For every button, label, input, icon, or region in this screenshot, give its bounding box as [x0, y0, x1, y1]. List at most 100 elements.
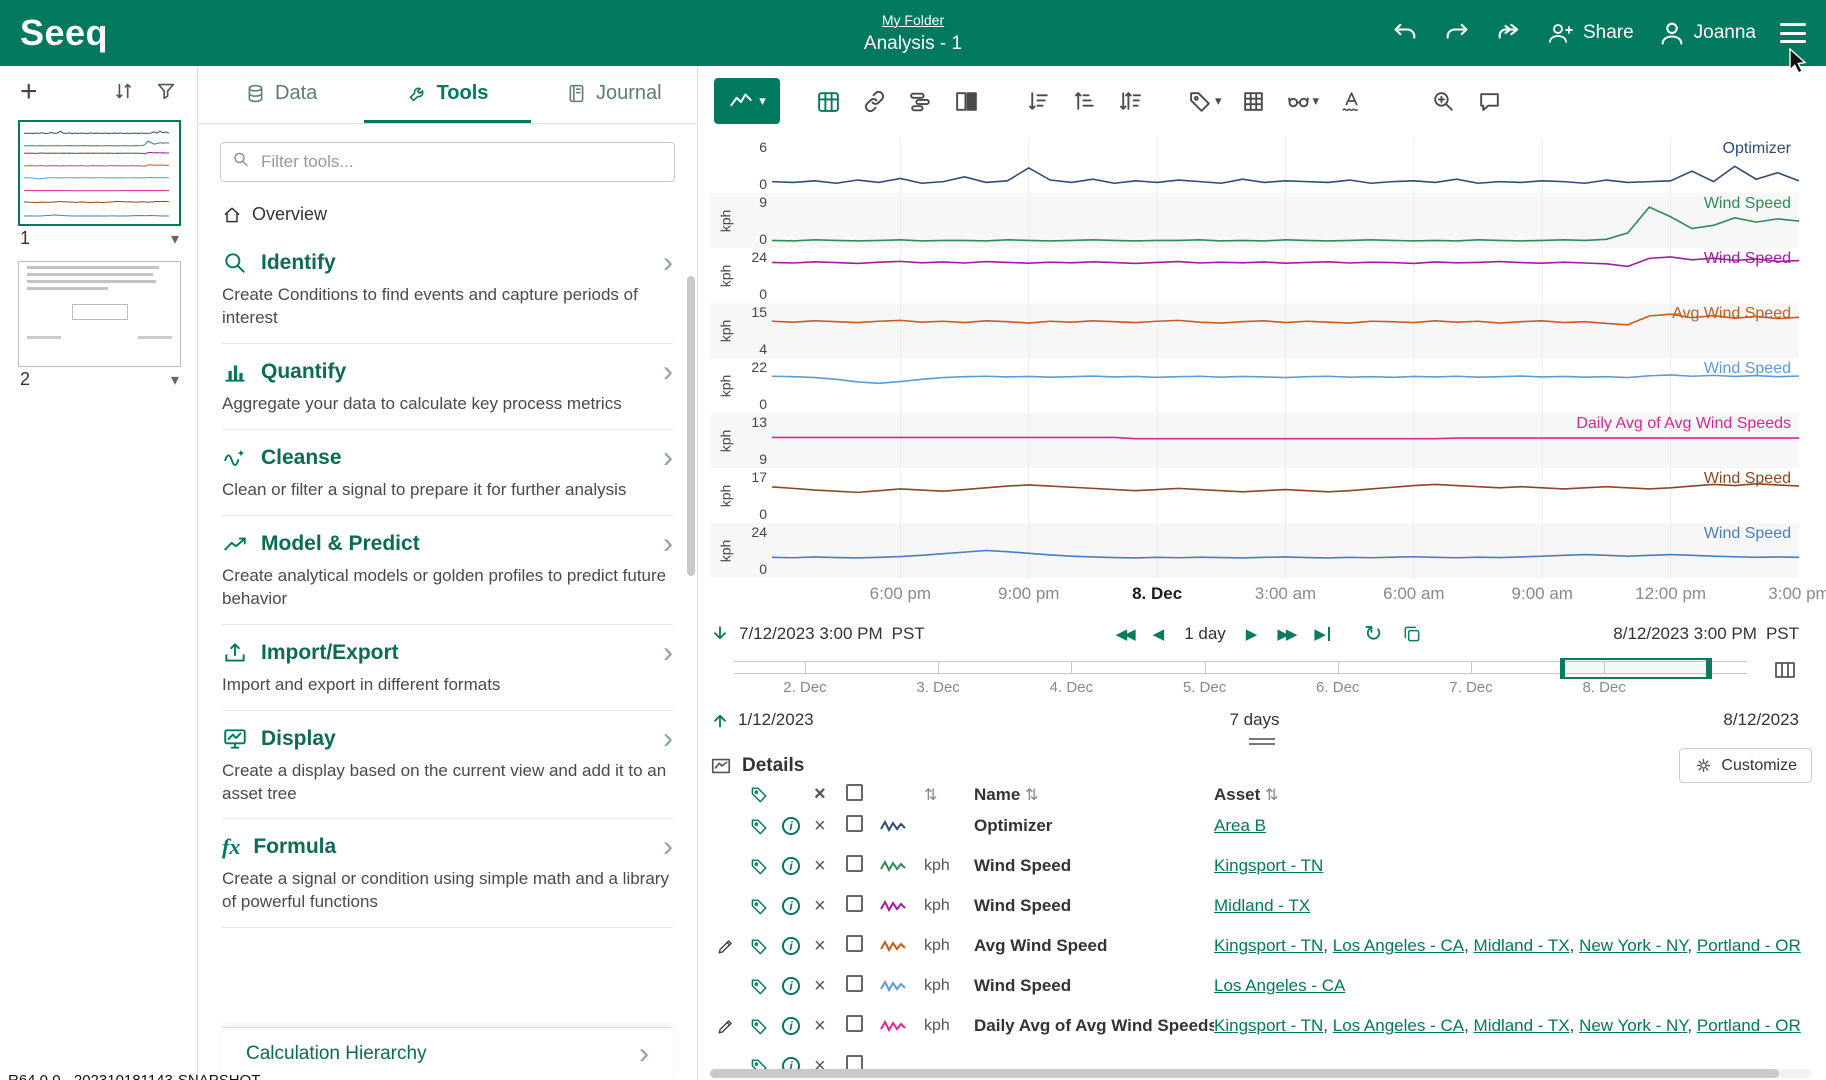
tool-item-quantify[interactable]: Quantify›Aggregate your data to calculat… — [222, 344, 673, 430]
sort-lanes-desc-icon[interactable] — [1024, 87, 1052, 115]
tag-icon[interactable] — [750, 857, 782, 876]
filter-tools-input[interactable] — [220, 142, 675, 182]
overview-zoom-icon[interactable] — [1773, 658, 1799, 684]
page1-thumbnail[interactable] — [18, 120, 181, 226]
tag-icon[interactable] — [750, 817, 782, 836]
lane-plot[interactable]: Wind Speed — [772, 248, 1799, 303]
redo-icon[interactable] — [1443, 19, 1471, 47]
asset-link[interactable]: Midland - TX — [1474, 1016, 1570, 1035]
info-icon[interactable]: i — [782, 937, 814, 955]
asset-link[interactable]: Midland - TX — [1214, 896, 1310, 915]
series-label[interactable]: Optimizer — [1723, 140, 1791, 158]
series-label[interactable]: Wind Speed — [1704, 470, 1791, 488]
tag-icon[interactable] — [750, 937, 782, 956]
sort-name-icon[interactable]: ⇅ — [1025, 787, 1038, 804]
capsule-time-icon[interactable] — [906, 87, 934, 115]
compare-view-icon[interactable] — [952, 87, 980, 115]
info-icon[interactable]: i — [782, 857, 814, 875]
step-to-end-button[interactable]: ▶ — [1314, 625, 1330, 643]
overview-start-arrow-icon[interactable] — [710, 710, 730, 730]
asset-link[interactable]: Midland - TX — [1474, 936, 1570, 955]
lane-plot[interactable]: Avg Wind Speed — [772, 303, 1799, 358]
remove-icon[interactable]: × — [814, 1015, 846, 1038]
row-checkbox[interactable] — [846, 1015, 880, 1037]
customize-button[interactable]: Customize — [1679, 748, 1812, 783]
table-view-icon[interactable] — [814, 87, 842, 115]
row-checkbox[interactable] — [846, 895, 880, 917]
asset-link[interactable]: Kingsport - TN — [1214, 936, 1323, 955]
link-icon[interactable] — [860, 87, 888, 115]
trend-view-button[interactable]: ▾ — [714, 78, 780, 124]
tool-item-model-predict[interactable]: Model & Predict›Create analytical models… — [222, 516, 673, 625]
info-icon[interactable]: i — [782, 977, 814, 995]
panel-resize-handle[interactable] — [698, 734, 1826, 748]
zoom-in-icon[interactable] — [1429, 87, 1457, 115]
sort-unit-icon[interactable]: ⇅ — [924, 785, 974, 805]
stack-lanes-icon[interactable] — [1116, 87, 1144, 115]
series-label[interactable]: Avg Wind Speed — [1672, 305, 1791, 323]
asset-link[interactable]: Area B — [1214, 816, 1266, 835]
row-checkbox[interactable] — [846, 855, 880, 877]
sort-asset-icon[interactable]: ⇅ — [1265, 787, 1278, 804]
page2-thumbnail[interactable] — [18, 261, 181, 367]
grid-icon[interactable] — [1240, 87, 1268, 115]
undo-icon[interactable] — [1391, 19, 1419, 47]
lane-plot[interactable]: Wind Speed — [772, 193, 1799, 248]
tool-item-overview[interactable]: Overview — [222, 192, 673, 235]
tool-item-cleanse[interactable]: Cleanse›Clean or filter a signal to prep… — [222, 430, 673, 516]
tag-icon[interactable] — [750, 1017, 782, 1036]
remove-icon[interactable]: × — [814, 935, 846, 958]
asset-link[interactable]: New York - NY — [1579, 936, 1687, 955]
forward-icon[interactable] — [1495, 19, 1523, 47]
asset-link[interactable]: Kingsport - TN — [1214, 856, 1323, 875]
edit-icon[interactable] — [716, 1017, 750, 1036]
user-menu[interactable]: Joanna — [1658, 19, 1756, 47]
page2-chevron-down-icon[interactable]: ▾ — [171, 370, 179, 390]
page1-chevron-down-icon[interactable]: ▾ — [171, 229, 179, 249]
add-page-button[interactable]: + — [20, 81, 38, 103]
filter-pages-icon[interactable] — [155, 80, 179, 104]
asset-link[interactable]: Los Angeles - CA — [1214, 976, 1345, 995]
asset-link[interactable]: Kingsport - TN — [1214, 1016, 1323, 1035]
info-icon[interactable]: i — [782, 897, 814, 915]
hamburger-menu-icon[interactable] — [1780, 23, 1806, 43]
view-dropdown[interactable]: ▾ — [1286, 87, 1320, 115]
lane-plot[interactable]: Wind Speed — [772, 358, 1799, 413]
tool-item-identify[interactable]: Identify›Create Conditions to find event… — [222, 235, 673, 344]
tag-icon[interactable] — [750, 897, 782, 916]
overview-selection[interactable] — [1560, 658, 1712, 679]
lane-plot[interactable]: Daily Avg of Avg Wind Speeds — [772, 413, 1799, 468]
sort-pages-icon[interactable] — [113, 80, 137, 104]
asset-link[interactable]: New York - NY — [1579, 1016, 1687, 1035]
tag-icon[interactable] — [750, 977, 782, 996]
share-button[interactable]: Share — [1547, 19, 1634, 47]
comment-icon[interactable] — [1475, 87, 1503, 115]
step-back-half-button[interactable]: ◀◀ — [1116, 625, 1133, 643]
copy-range-icon[interactable] — [1402, 624, 1422, 644]
info-icon[interactable]: i — [782, 1017, 814, 1035]
series-label[interactable]: Daily Avg of Avg Wind Speeds — [1576, 415, 1791, 433]
tool-item-formula[interactable]: fxFormula›Create a signal or condition u… — [222, 819, 673, 928]
tab-tools[interactable]: Tools — [364, 66, 530, 123]
series-label[interactable]: Wind Speed — [1704, 525, 1791, 543]
sort-lanes-asc-icon[interactable] — [1070, 87, 1098, 115]
labels-dropdown[interactable]: ▾ — [1188, 87, 1222, 115]
row-checkbox[interactable] — [846, 975, 880, 997]
my-folder-link[interactable]: My Folder — [882, 12, 944, 28]
edit-icon[interactable] — [716, 937, 750, 956]
series-label[interactable]: Wind Speed — [1704, 360, 1791, 378]
lane-plot[interactable]: Wind Speed — [772, 468, 1799, 523]
annotate-icon[interactable] — [1337, 87, 1365, 115]
asset-link[interactable]: Portland - OR — [1697, 936, 1801, 955]
range-duration[interactable]: 1 day — [1184, 624, 1226, 644]
range-end[interactable]: 8/12/2023 3:00 PM — [1613, 624, 1757, 644]
tab-journal[interactable]: Journal — [531, 66, 697, 123]
select-all-checkbox[interactable] — [846, 784, 880, 806]
tool-item-import-export[interactable]: Import/Export›Import and export in diffe… — [222, 625, 673, 711]
remove-icon[interactable]: × — [814, 895, 846, 918]
asset-link[interactable]: Portland - OR — [1697, 1016, 1801, 1035]
step-forward-button[interactable]: ▶ — [1246, 625, 1258, 643]
series-label[interactable]: Wind Speed — [1704, 250, 1791, 268]
remove-icon[interactable]: × — [814, 815, 846, 838]
tag-all-icon[interactable] — [750, 785, 782, 804]
